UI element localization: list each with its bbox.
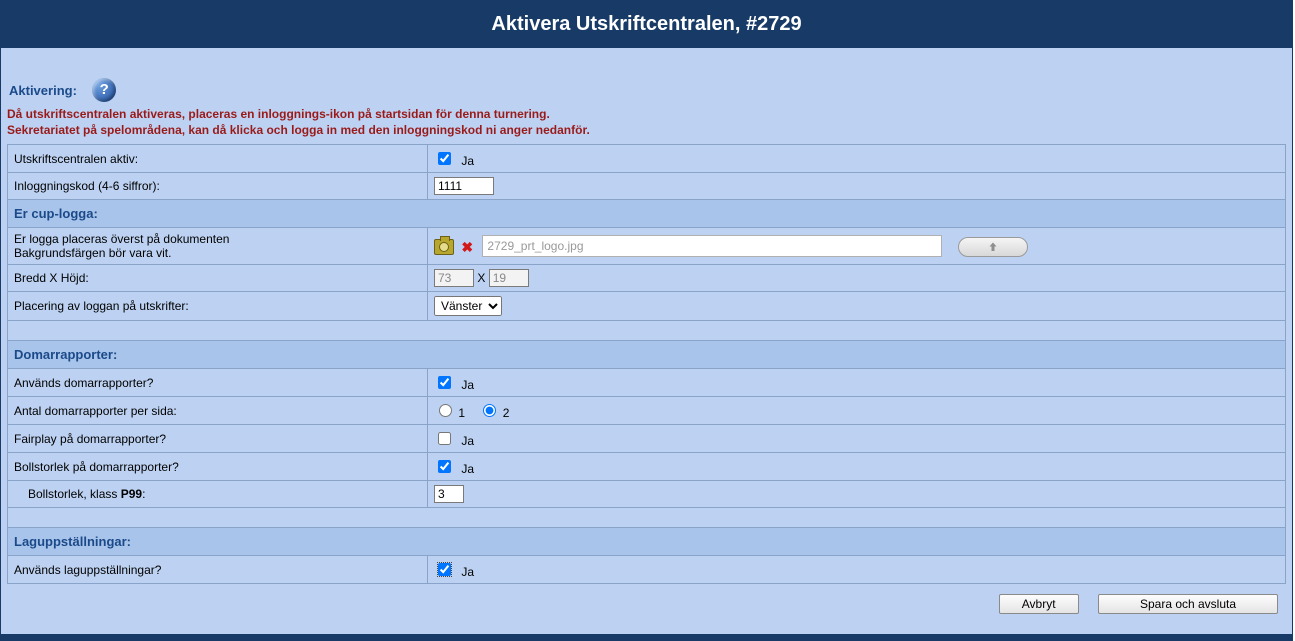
active-cell: Ja (428, 145, 1286, 173)
logo-size-cell: X (428, 265, 1286, 292)
referee-per-page-2-text: 2 (503, 406, 510, 420)
referee-use-text: Ja (461, 378, 474, 392)
section-activation-heading: Aktivering: (9, 83, 77, 98)
ballsize-value-input[interactable] (434, 485, 464, 503)
referee-per-page-cell: 1 2 (428, 397, 1286, 425)
ballsize-text: Ja (461, 462, 474, 476)
lineups-use-label: Används laguppställningar? (8, 556, 428, 584)
ballsize-class-post: : (142, 487, 145, 501)
ballsize-cell: Ja (428, 453, 1286, 481)
ballsize-value-cell (428, 481, 1286, 508)
referee-per-page-2-radio[interactable] (483, 404, 496, 417)
upload-arrow-icon (986, 241, 1000, 253)
logo-desc-line1: Er logga placeras överst på dokumenten (14, 232, 229, 246)
referee-use-label: Används domarrapporter? (8, 369, 428, 397)
logo-height-input (489, 269, 529, 287)
dialog-footer: Avbryt Spara och avsluta (7, 584, 1286, 622)
fairplay-text: Ja (461, 434, 474, 448)
section-referee-heading: Domarrapporter: (8, 341, 1286, 369)
active-value-text: Ja (461, 154, 474, 168)
referee-per-page-1-wrap[interactable]: 1 (434, 406, 468, 420)
dialog-title: Aktivera Utskriftcentralen, #2729 (1, 1, 1292, 48)
logo-desc: Er logga placeras överst på dokumenten B… (8, 228, 428, 265)
logo-filename-input (482, 235, 942, 257)
logo-position-cell: Vänster (428, 292, 1286, 321)
section-logo-heading: Er cup-logga: (8, 200, 1286, 228)
active-label: Utskriftscentralen aktiv: (8, 145, 428, 173)
save-button[interactable]: Spara och avsluta (1098, 594, 1278, 614)
dialog-window: Aktivera Utskriftcentralen, #2729 Aktive… (0, 0, 1293, 641)
referee-use-checkbox[interactable] (438, 376, 451, 389)
ballsize-checkbox[interactable] (438, 460, 451, 473)
logo-desc-line2: Bakgrundsfärgen bör vara vit. (14, 246, 171, 260)
ballsize-label: Bollstorlek på domarrapporter? (8, 453, 428, 481)
referee-per-page-1-radio[interactable] (439, 404, 452, 417)
activation-desc-line2: Sekretariatet på spelområdena, kan då kl… (7, 123, 590, 137)
referee-per-page-label: Antal domarrapporter per sida: (8, 397, 428, 425)
logo-upload-cell: ✖ (428, 228, 1286, 265)
section-lineups-heading: Laguppställningar: (8, 528, 1286, 556)
upload-button[interactable] (958, 237, 1028, 257)
login-code-input[interactable] (434, 177, 494, 195)
logo-width-input (434, 269, 474, 287)
header-divider (1, 48, 1292, 62)
login-code-label: Inloggningskod (4-6 siffror): (8, 173, 428, 200)
fairplay-checkbox[interactable] (438, 432, 451, 445)
settings-table: Utskriftscentralen aktiv: Ja Inloggnings… (7, 144, 1286, 584)
activation-desc-line1: Då utskriftscentralen aktiveras, placera… (7, 107, 550, 121)
camera-icon[interactable] (434, 239, 454, 255)
footer-divider (1, 634, 1292, 640)
activation-description: Då utskriftscentralen aktiveras, placera… (7, 104, 1286, 144)
lineups-use-cell: Ja (428, 556, 1286, 584)
form-body: Aktivering: ? Då utskriftscentralen akti… (1, 62, 1292, 634)
fairplay-cell: Ja (428, 425, 1286, 453)
ballsize-class-label: Bollstorlek, klass P99: (8, 481, 428, 508)
cancel-button[interactable]: Avbryt (999, 594, 1079, 614)
lineups-use-text: Ja (461, 565, 474, 579)
logo-size-label: Bredd X Höjd: (8, 265, 428, 292)
referee-per-page-2-wrap[interactable]: 2 (478, 406, 509, 420)
lineups-use-checkbox[interactable] (438, 563, 451, 576)
help-icon[interactable]: ? (92, 78, 116, 102)
referee-per-page-1-text: 1 (458, 406, 465, 420)
ballsize-class-pre: Bollstorlek, klass (28, 487, 121, 501)
fairplay-label: Fairplay på domarrapporter? (8, 425, 428, 453)
ballsize-class-bold: P99 (121, 487, 142, 501)
referee-use-cell: Ja (428, 369, 1286, 397)
logo-position-label: Placering av loggan på utskrifter: (8, 292, 428, 321)
delete-logo-icon[interactable]: ✖ (461, 239, 473, 255)
logo-size-separator: X (477, 271, 485, 285)
logo-position-select[interactable]: Vänster (434, 296, 502, 316)
active-checkbox[interactable] (438, 152, 451, 165)
login-code-cell (428, 173, 1286, 200)
